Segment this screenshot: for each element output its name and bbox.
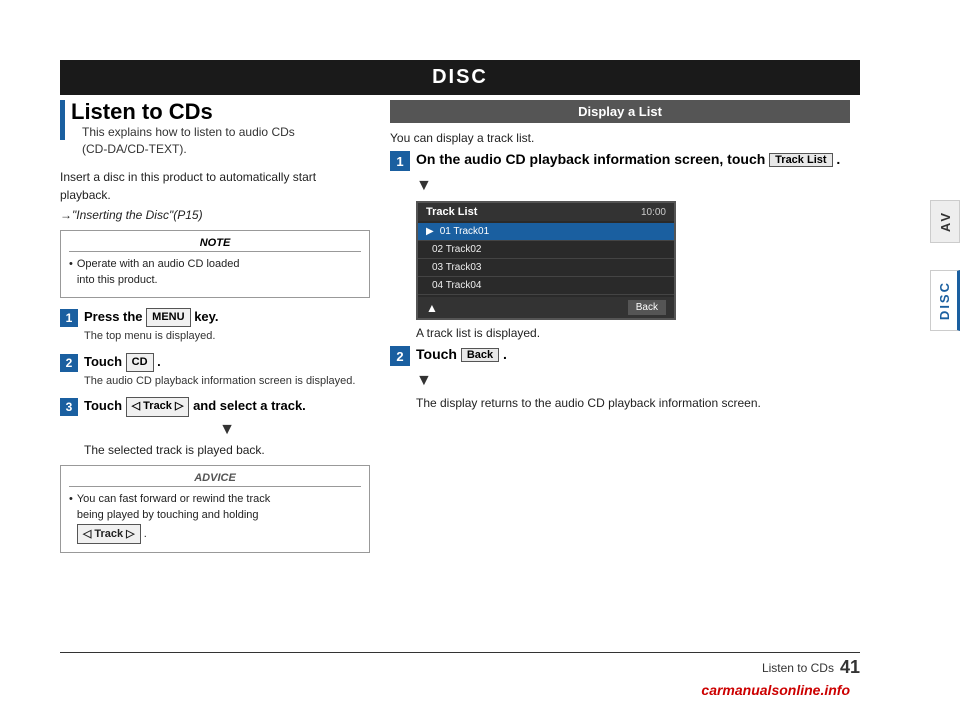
track-displayed-text: A track list is displayed. xyxy=(416,326,850,340)
cd-key-btn[interactable]: CD xyxy=(126,353,154,372)
track-label-4: 04 Track04 xyxy=(432,280,481,291)
section-title-text: Listen to CDs This explains how to liste… xyxy=(71,100,295,162)
arrow-ref: →"Inserting the Disc"(P15) xyxy=(60,208,370,222)
advice-track-btn[interactable]: ◁ Track ▷ xyxy=(77,524,141,545)
advice-content: • You can fast forward or rewind the tra… xyxy=(69,491,361,545)
listen-to-cds-section: Listen to CDs This explains how to liste… xyxy=(60,100,370,162)
right-step1: 1 On the audio CD playback information s… xyxy=(390,151,850,171)
down-arrow-right1: ▼ xyxy=(416,177,850,195)
disc-title: DISC xyxy=(432,66,488,88)
sidebar-av: AV xyxy=(930,200,960,243)
step3-main: Touch ◁ Track ▷ and select a track. xyxy=(84,397,370,416)
bottom-bar: Listen to CDs 41 xyxy=(60,652,860,678)
page-container: DISC Listen to CDs This explains how to … xyxy=(0,0,960,708)
right-step2-content: Touch Back . xyxy=(416,346,507,362)
track-list-screen: Track List 10:00 ▶ 01 Track01 02 Track02… xyxy=(416,201,676,320)
up-arrow-icon[interactable]: ▲ xyxy=(426,301,438,315)
you-can-text: You can display a track list. xyxy=(390,131,850,145)
step3: 3 Touch ◁ Track ▷ and select a track. ▼ … xyxy=(60,397,370,456)
step3-sub: The selected track is played back. xyxy=(84,443,370,457)
step2-sub: The audio CD playback information screen… xyxy=(84,374,370,389)
advice-bullet: • You can fast forward or rewind the tra… xyxy=(69,491,361,545)
right-step1-number: 1 xyxy=(390,151,410,171)
right-step2: 2 Touch Back . xyxy=(390,346,850,366)
step2-return-text: The display returns to the audio CD play… xyxy=(416,394,850,412)
right-step1-content: On the audio CD playback information scr… xyxy=(416,151,840,167)
back-btn-screen[interactable]: Back xyxy=(628,300,666,315)
page-number: 41 xyxy=(840,657,860,678)
advice-bullet-dot: • xyxy=(69,491,73,545)
right-step2-number: 2 xyxy=(390,346,410,366)
step1-main: Press the MENU key. xyxy=(84,308,370,327)
track-arrow-1: ▶ xyxy=(426,226,434,237)
track-list-btn[interactable]: Track List xyxy=(769,153,832,167)
note-content: • Operate with an audio CD loaded into t… xyxy=(69,256,361,289)
track-label-3: 03 Track03 xyxy=(432,262,481,273)
track-item-3[interactable]: 03 Track03 xyxy=(418,259,674,277)
step2-content: Touch CD . The audio CD playback informa… xyxy=(84,353,370,390)
watermark: carmanualsonline.info xyxy=(701,682,850,698)
track-item-2[interactable]: 02 Track02 xyxy=(418,241,674,259)
sidebar-disc: DISC xyxy=(930,270,960,331)
screen-title: Track List xyxy=(426,206,477,218)
screen-time: 10:00 xyxy=(641,207,666,218)
section-title-bar xyxy=(60,100,65,140)
bullet-dot: • xyxy=(69,256,73,289)
track-list-items: ▶ 01 Track01 02 Track02 03 Track03 04 Tr… xyxy=(418,221,674,297)
step3-number: 3 xyxy=(60,398,78,416)
advice-box: ADVICE • You can fast forward or rewind … xyxy=(60,465,370,554)
down-arrow-step3: ▼ xyxy=(84,421,370,439)
display-list-header: Display a List xyxy=(390,100,850,123)
track-btn[interactable]: ◁ Track ▷ xyxy=(126,397,190,416)
track-item-1[interactable]: ▶ 01 Track01 xyxy=(418,223,674,241)
left-column: Listen to CDs This explains how to liste… xyxy=(60,100,370,553)
right-column: Display a List You can display a track l… xyxy=(390,100,850,416)
disc-header: DISC xyxy=(60,60,860,95)
section-subtitle1: This explains how to listen to audio CDs… xyxy=(82,124,295,158)
step3-content: Touch ◁ Track ▷ and select a track. ▼ Th… xyxy=(84,397,370,456)
menu-key-btn[interactable]: MENU xyxy=(146,308,190,327)
step1-content: Press the MENU key. The top menu is disp… xyxy=(84,308,370,345)
track-item-4[interactable]: 04 Track04 xyxy=(418,277,674,295)
note-title: NOTE xyxy=(69,237,361,252)
step2-main: Touch CD . xyxy=(84,353,370,372)
screen-footer: ▲ Back xyxy=(418,297,674,318)
note-text: Operate with an audio CD loaded into thi… xyxy=(77,256,240,289)
down-arrow-right2: ▼ xyxy=(416,372,850,390)
step2-number: 2 xyxy=(60,354,78,372)
step2: 2 Touch CD . The audio CD playback infor… xyxy=(60,353,370,390)
step1-sub: The top menu is displayed. xyxy=(84,329,370,344)
track-label-1: 01 Track01 xyxy=(440,226,489,237)
screen-header: Track List 10:00 xyxy=(418,203,674,221)
insert-disc-text: Insert a disc in this product to automat… xyxy=(60,168,370,204)
track-label-2: 02 Track02 xyxy=(432,244,481,255)
note-box: NOTE • Operate with an audio CD loaded i… xyxy=(60,230,370,298)
advice-title: ADVICE xyxy=(69,472,361,487)
step1: 1 Press the MENU key. The top menu is di… xyxy=(60,308,370,345)
note-bullet: • Operate with an audio CD loaded into t… xyxy=(69,256,361,289)
step1-number: 1 xyxy=(60,309,78,327)
sidebar-av-label: AV xyxy=(938,211,953,232)
advice-text: You can fast forward or rewind the track… xyxy=(77,491,270,545)
sidebar-disc-label: DISC xyxy=(937,281,952,320)
section-heading: Listen to CDs xyxy=(71,100,295,124)
page-label: Listen to CDs xyxy=(762,661,834,675)
back-btn[interactable]: Back xyxy=(461,348,499,362)
